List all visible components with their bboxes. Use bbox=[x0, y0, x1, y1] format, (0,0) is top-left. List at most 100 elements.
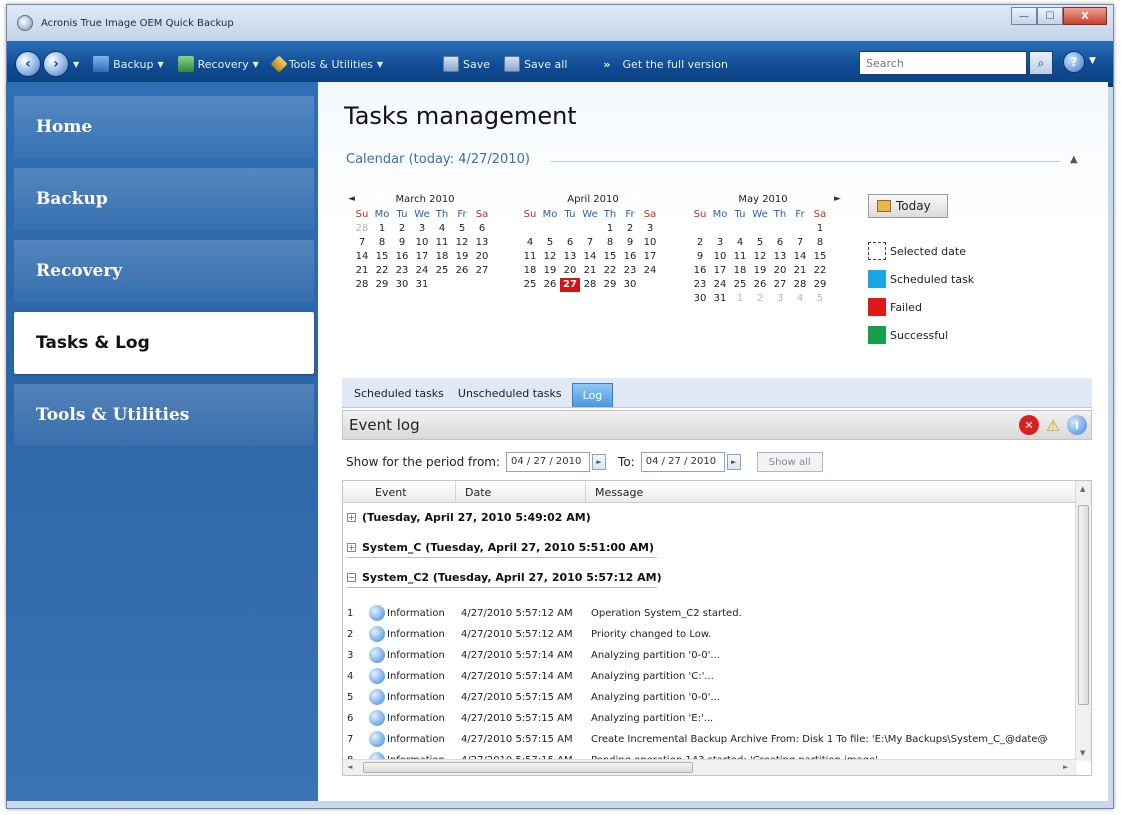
calendar-day[interactable]: 23 bbox=[690, 278, 710, 292]
save-all-button[interactable]: Save all bbox=[504, 56, 567, 72]
log-group[interactable]: − System_C2 (Tuesday, April 27, 2010 5:57… bbox=[347, 571, 662, 584]
minimize-button[interactable]: — bbox=[1011, 7, 1037, 25]
vertical-scroll-thumb[interactable] bbox=[1078, 505, 1089, 705]
search-icon[interactable]: ⌕ bbox=[1029, 51, 1053, 75]
horizontal-scrollbar[interactable]: ◄ ► bbox=[343, 759, 1077, 775]
sidebar-item-tools-utilities[interactable]: Tools & Utilities bbox=[14, 384, 314, 446]
calendar-day[interactable]: 3 bbox=[770, 292, 790, 306]
calendar-day[interactable]: 16 bbox=[690, 264, 710, 278]
calendar-day[interactable]: 5 bbox=[810, 292, 830, 306]
log-row[interactable]: 2 Information 4/27/2010 5:57:12 AM Priority… bbox=[347, 624, 1077, 644]
calendar-day[interactable]: 9 bbox=[392, 236, 412, 250]
log-row[interactable]: 7 Information 4/27/2010 5:57:15 AM Create I… bbox=[347, 729, 1077, 749]
calendar-day[interactable]: 21 bbox=[580, 264, 600, 278]
vertical-scrollbar[interactable]: ▲ ▼ bbox=[1075, 481, 1091, 761]
calendar-day[interactable]: 7 bbox=[790, 236, 810, 250]
calendar-day[interactable]: 5 bbox=[540, 236, 560, 250]
calendar-day[interactable]: 4 bbox=[730, 236, 750, 250]
sidebar-item-tasks-log[interactable]: Tasks & Log bbox=[14, 312, 314, 374]
calendar-day[interactable]: 8 bbox=[372, 236, 392, 250]
calendar-day[interactable]: 10 bbox=[710, 250, 730, 264]
calendar-day[interactable]: 22 bbox=[810, 264, 830, 278]
calendar-day[interactable]: 20 bbox=[770, 264, 790, 278]
calendar-day[interactable]: 19 bbox=[540, 264, 560, 278]
calendar-day[interactable]: 8 bbox=[810, 236, 830, 250]
column-header-message[interactable]: Message bbox=[595, 486, 643, 499]
expand-icon[interactable]: + bbox=[347, 543, 356, 552]
calendar-day[interactable]: 26 bbox=[540, 278, 560, 292]
column-divider[interactable] bbox=[585, 481, 586, 503]
calendar-day[interactable]: 14 bbox=[580, 250, 600, 264]
from-date-picker-icon[interactable]: ► bbox=[592, 454, 607, 470]
scroll-left-icon[interactable]: ◄ bbox=[347, 763, 352, 771]
calendar-day[interactable]: 6 bbox=[770, 236, 790, 250]
show-all-button[interactable]: Show all bbox=[756, 452, 823, 472]
calendar-day[interactable]: 15 bbox=[810, 250, 830, 264]
calendar-day[interactable]: 3 bbox=[710, 236, 730, 250]
calendar-day[interactable]: 8 bbox=[600, 236, 620, 250]
calendar-section-header[interactable]: Calendar (today: 4/27/2010) bbox=[346, 152, 530, 167]
calendar-day[interactable]: 19 bbox=[452, 250, 472, 264]
calendar-day[interactable]: 10 bbox=[412, 236, 432, 250]
log-group[interactable]: + (Tuesday, April 27, 2010 5:49:02 AM) bbox=[347, 511, 591, 524]
calendar-day[interactable]: 2 bbox=[690, 236, 710, 250]
error-filter-icon[interactable]: ✕ bbox=[1019, 415, 1039, 435]
calendar-day[interactable]: 11 bbox=[730, 250, 750, 264]
calendar-day[interactable]: 27 bbox=[560, 278, 580, 292]
calendar-day[interactable]: 28 bbox=[580, 278, 600, 292]
calendar-day[interactable]: 11 bbox=[520, 250, 540, 264]
calendar-day[interactable]: 5 bbox=[750, 236, 770, 250]
calendar-day[interactable]: 21 bbox=[352, 264, 372, 278]
calendar-day[interactable]: 20 bbox=[472, 250, 492, 264]
calendar-day[interactable]: 15 bbox=[600, 250, 620, 264]
calendar-day[interactable]: 17 bbox=[412, 250, 432, 264]
calendar-day[interactable]: 6 bbox=[560, 236, 580, 250]
calendar-day[interactable]: 28 bbox=[352, 222, 372, 236]
chevron-down-icon[interactable]: ▼ bbox=[1089, 56, 1096, 66]
calendar-day[interactable]: 21 bbox=[790, 264, 810, 278]
calendar-day[interactable]: 4 bbox=[520, 236, 540, 250]
calendar-day[interactable]: 6 bbox=[472, 222, 492, 236]
scroll-down-icon[interactable]: ▼ bbox=[1080, 749, 1085, 757]
tools-menu[interactable]: Tools & Utilities ▼ bbox=[270, 55, 383, 73]
nav-history-dropdown-icon[interactable]: ▼ bbox=[73, 60, 79, 69]
calendar-day[interactable]: 14 bbox=[352, 250, 372, 264]
horizontal-scroll-thumb[interactable] bbox=[363, 762, 693, 773]
calendar-day[interactable]: 2 bbox=[620, 222, 640, 236]
log-row[interactable]: 5 Information 4/27/2010 5:57:15 AM Analyzin… bbox=[347, 687, 1077, 707]
calendar-day[interactable]: 27 bbox=[770, 278, 790, 292]
get-full-version-link[interactable]: » Get the full version bbox=[603, 58, 728, 71]
calendar-day[interactable]: 16 bbox=[620, 250, 640, 264]
calendar-day[interactable]: 28 bbox=[790, 278, 810, 292]
back-arrow-icon[interactable]: ‹ bbox=[15, 51, 41, 77]
calendar-day[interactable]: 10 bbox=[640, 236, 660, 250]
calendar-day[interactable]: 25 bbox=[730, 278, 750, 292]
calendar-day[interactable]: 5 bbox=[452, 222, 472, 236]
calendar-day[interactable]: 4 bbox=[790, 292, 810, 306]
sidebar-item-home[interactable]: Home bbox=[14, 96, 314, 158]
save-button[interactable]: Save bbox=[443, 56, 490, 72]
collapse-icon[interactable]: ▲ bbox=[1070, 154, 1078, 165]
calendar-day[interactable]: 27 bbox=[472, 264, 492, 278]
calendar-day[interactable]: 4 bbox=[432, 222, 452, 236]
calendar-day[interactable]: 18 bbox=[520, 264, 540, 278]
calendar-day[interactable]: 22 bbox=[372, 264, 392, 278]
calendar-day[interactable]: 30 bbox=[620, 278, 640, 292]
title-bar[interactable]: Acronis True Image OEM Quick Backup — ☐ … bbox=[7, 5, 1113, 41]
calendar-day[interactable]: 15 bbox=[372, 250, 392, 264]
forward-arrow-icon[interactable]: › bbox=[43, 51, 69, 77]
calendar-day[interactable]: 24 bbox=[710, 278, 730, 292]
close-button[interactable]: X bbox=[1063, 7, 1107, 25]
column-divider[interactable] bbox=[455, 481, 456, 503]
log-group[interactable]: + System_C (Tuesday, April 27, 2010 5:51:… bbox=[347, 541, 654, 554]
tab-unscheduled-tasks[interactable]: Unscheduled tasks bbox=[454, 387, 572, 407]
column-header-event[interactable]: Event bbox=[375, 486, 407, 499]
calendar-day[interactable]: 29 bbox=[810, 278, 830, 292]
calendar-day[interactable]: 26 bbox=[750, 278, 770, 292]
calendar-day[interactable]: 20 bbox=[560, 264, 580, 278]
calendar-day[interactable]: 9 bbox=[690, 250, 710, 264]
calendar-day[interactable]: 31 bbox=[412, 278, 432, 292]
information-filter-icon[interactable]: i bbox=[1067, 415, 1087, 435]
today-button[interactable]: Today bbox=[868, 194, 948, 218]
tab-scheduled-tasks[interactable]: Scheduled tasks bbox=[350, 387, 454, 407]
